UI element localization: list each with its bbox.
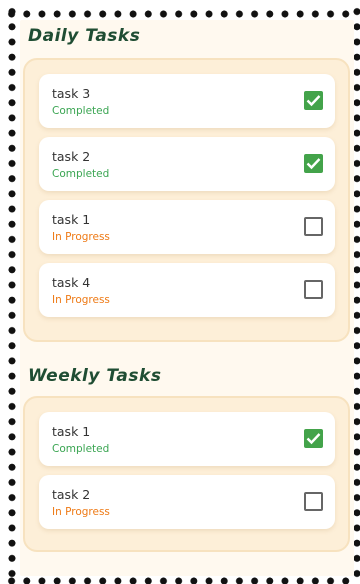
task-checkbox-checked[interactable]	[304, 429, 323, 448]
task-card-weekly-task-2[interactable]: task 2 In Progress	[39, 475, 335, 529]
weekly-tasks-panel: task 1 Completed task 2 In Progress	[23, 396, 350, 552]
task-checkbox-unchecked[interactable]	[304, 492, 323, 511]
task-card-daily-task-3[interactable]: task 3 Completed	[39, 74, 335, 128]
task-name: task 3	[52, 86, 91, 101]
task-checkbox-checked[interactable]	[304, 154, 323, 173]
task-checkbox-unchecked[interactable]	[304, 217, 323, 236]
task-name: task 2	[52, 149, 91, 164]
task-card-daily-task-4[interactable]: task 4 In Progress	[39, 263, 335, 317]
task-checkbox-unchecked[interactable]	[304, 280, 323, 299]
app-frame: Daily Tasks task 3 Completed task 2 Comp…	[0, 0, 360, 584]
task-status: In Progress	[52, 506, 110, 518]
task-status: Completed	[52, 105, 110, 117]
task-status: Completed	[52, 443, 110, 455]
dotted-border-bottom	[4, 576, 356, 584]
weekly-tasks-title: Weekly Tasks	[28, 366, 162, 386]
checkmark-icon	[306, 433, 321, 445]
task-card-daily-task-1[interactable]: task 1 In Progress	[39, 200, 335, 254]
task-checkbox-checked[interactable]	[304, 91, 323, 110]
checkmark-icon	[306, 158, 321, 170]
task-status: In Progress	[52, 294, 110, 306]
dotted-border-top	[4, 9, 356, 19]
daily-tasks-title: Daily Tasks	[28, 26, 141, 46]
task-name: task 1	[52, 424, 91, 439]
task-name: task 1	[52, 212, 91, 227]
task-name: task 2	[52, 487, 91, 502]
task-status: In Progress	[52, 231, 110, 243]
task-status: Completed	[52, 168, 110, 180]
task-card-weekly-task-1[interactable]: task 1 Completed	[39, 412, 335, 466]
task-name: task 4	[52, 275, 91, 290]
dotted-border-left	[7, 4, 17, 580]
task-card-daily-task-2[interactable]: task 2 Completed	[39, 137, 335, 191]
daily-tasks-panel: task 3 Completed task 2 Completed task 1…	[23, 58, 350, 342]
task-screen: Daily Tasks task 3 Completed task 2 Comp…	[20, 20, 354, 576]
checkmark-icon	[306, 95, 321, 107]
